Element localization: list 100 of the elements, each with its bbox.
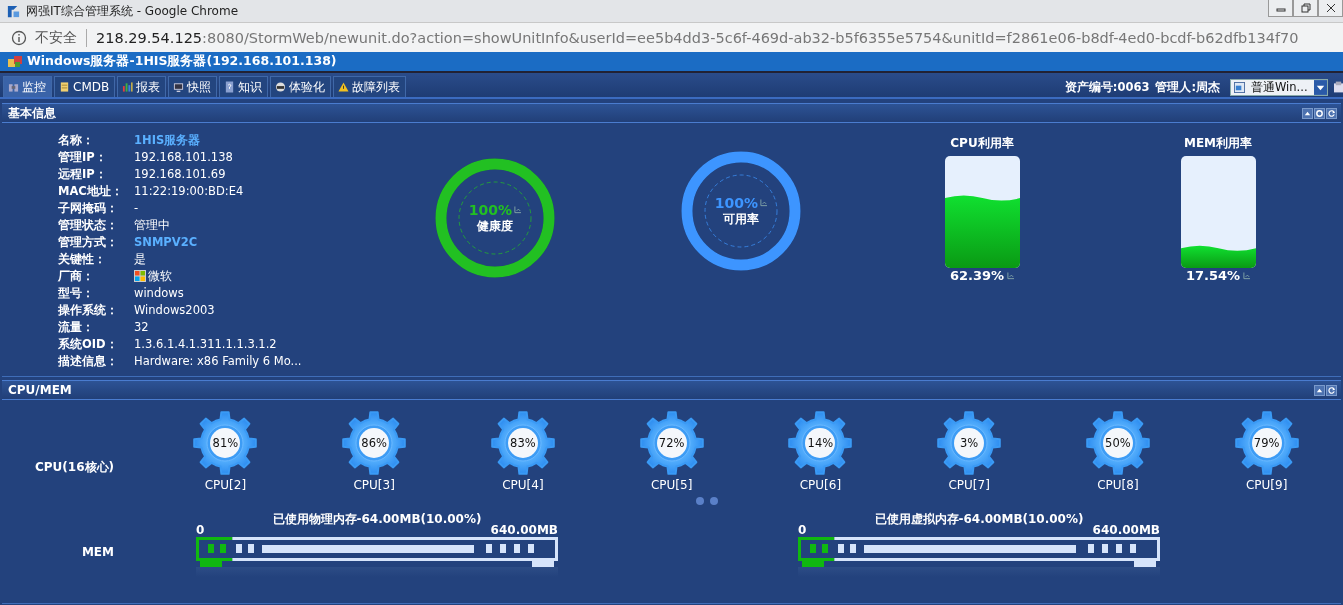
field-label: 管理状态： [58,217,119,233]
refresh-button[interactable] [1326,107,1337,119]
gear-icon [638,410,705,476]
field-value: 11:22:19:00:BD:E4 [134,183,245,199]
tab[interactable]: 故障列表 [333,76,407,97]
monitor-icon [173,81,185,93]
server-icon [8,55,22,68]
refresh-button[interactable] [1326,384,1337,396]
tab[interactable]: 快照 [168,76,218,97]
section-title: CPU/MEM [8,383,72,397]
field-label: 系统OID： [58,336,119,352]
tab[interactable]: 体验化 [270,76,332,97]
field-value: 192.168.101.69 [134,166,227,182]
field-value: 1.3.6.1.4.1.311.1.1.3.1.2 [134,336,278,352]
gear-icon [936,410,1003,476]
close-icon [1324,2,1337,14]
window-title: 网强IT综合管理系统 - Google Chrome [26,2,239,20]
cpu-label: CPU(16核心) [34,459,114,476]
url-host[interactable]: 218.29.54.125 [96,29,203,46]
field-label: 型号： [58,285,95,301]
caret-icon [1314,79,1327,95]
core-usage: 81% [212,436,239,450]
pager-dot[interactable] [709,497,718,505]
chart-icon[interactable] [760,198,768,207]
warning-icon [338,81,350,93]
core-label: CPU[3] [353,478,395,492]
field-label: 名称： [58,132,95,148]
collapse-button[interactable] [1302,107,1313,119]
field-label: 管理方式： [58,234,119,250]
minimize-button[interactable] [1268,0,1293,17]
field-label: 操作系统： [58,302,119,318]
section-title: 基本信息 [8,104,56,122]
scale-min: 0 [196,523,205,537]
core-usage: 72% [658,436,685,450]
bar-chart-icon [122,81,134,93]
field-value: Hardware: x86 Family 6 Mo... [134,353,302,369]
core-usage: 50% [1105,436,1131,450]
gear-icon [489,410,556,476]
collapse-button[interactable] [1314,384,1325,396]
field-label: 厂商： [58,268,95,284]
scale-min: 0 [798,523,807,537]
folder-icon[interactable] [1334,81,1343,93]
refresh-icon [1327,108,1336,118]
logo-icon [6,3,21,19]
scale-max: 640.00MB [1092,523,1160,537]
core-label: CPU[4] [502,478,544,492]
gear-icon [787,410,854,476]
tank-title: MEM利用率 [1183,135,1253,152]
template-dropdown[interactable]: 普通Win... [1230,78,1328,96]
memory-title: 已使用物理内存-64.00MB(10.00%) [272,511,482,528]
field-value: 192.168.101.138 [134,149,234,165]
field-value: Windows2003 [134,302,216,318]
asset-number: 资产编号:0063 [1064,79,1150,95]
tab[interactable]: 知识 [219,76,269,97]
memory-title: 已使用虚拟内存-64.00MB(10.00%) [874,511,1084,528]
field-label: 管理IP： [58,149,108,165]
tank-title: CPU利用率 [950,135,1014,152]
settings-button[interactable] [1314,107,1325,119]
field-label: 描述信息： [58,353,119,369]
core-label: CPU[2] [204,478,247,492]
tab[interactable]: 监控 [3,76,52,97]
windows-logo-icon [134,270,146,282]
restore-icon [1299,2,1312,14]
ring-label: 健康度 [477,217,513,235]
tab[interactable]: CMDB [54,76,116,97]
field-link[interactable]: SNMPV2C [134,234,302,250]
pager-dot[interactable] [695,497,704,505]
core-usage: 83% [510,436,536,450]
tab[interactable]: 报表 [117,76,167,97]
ring-value: 100% [714,194,759,211]
refresh-icon [1327,385,1336,395]
field-value: 微软 [148,268,172,284]
close-button[interactable] [1318,0,1343,17]
chart-icon[interactable] [514,205,522,214]
info-icon[interactable] [11,29,27,46]
mem-label: MEM [80,545,114,559]
core-label: CPU[6] [799,478,842,492]
field-label: 流量： [58,319,95,335]
field-link[interactable]: 1HIS服务器 [134,132,302,148]
tank-value: 17.54% [1185,268,1241,283]
chart-icon[interactable] [1007,271,1015,280]
field-value: 是 [134,251,147,267]
core-usage: 86% [361,436,387,450]
core-usage: 79% [1253,436,1280,450]
tank-value: 62.39% [949,268,1005,283]
field-label: 子网掩码： [58,200,119,216]
field-value: windows [134,285,185,301]
restore-button[interactable] [1293,0,1318,17]
core-label: CPU[9] [1245,478,1288,492]
ring-value: 100% [468,201,513,218]
security-label: 不安全 [35,28,77,47]
chart-icon[interactable] [1243,271,1251,280]
gear-icon [341,410,408,476]
page-title: Windows服务器-1HIS服务器(192.168.101.138) [27,53,337,70]
helmet-icon [275,81,287,93]
gear-icon [192,410,259,476]
database-icon [59,81,70,93]
ring-label: 可用率 [723,210,759,228]
scale-max: 640.00MB [490,523,558,537]
url-path[interactable]: :8080/StormWeb/newunit.do?action=showUnitInfo&userId=ee5b4dd3-5c6f-469d-ab32-b5f6355e5754&unitId=f2861e06-b8df-4ed0-bcdf-b62dfb134f70 [202,29,1299,46]
